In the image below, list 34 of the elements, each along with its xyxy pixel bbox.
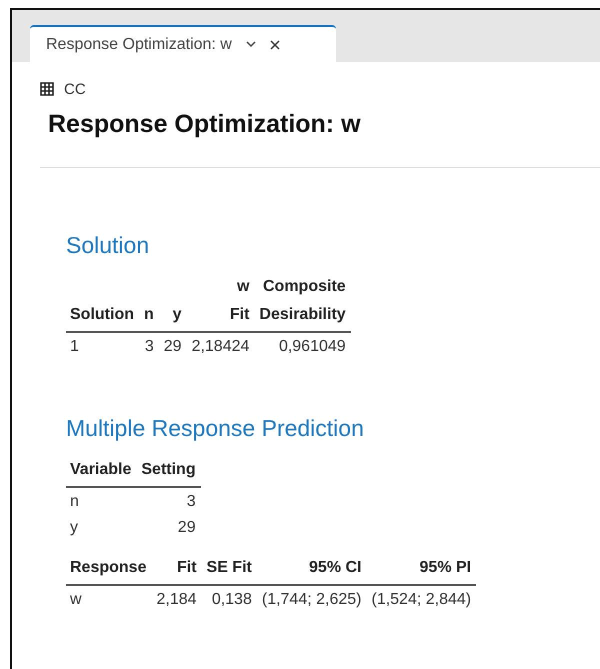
- table-cell: 29: [158, 332, 187, 359]
- table-cell: 1: [66, 332, 139, 359]
- table-cell: (1,524; 2,844): [366, 585, 476, 612]
- column-header: Setting: [136, 454, 201, 487]
- column-header: Solution: [66, 271, 139, 332]
- column-header: Fit: [151, 552, 202, 585]
- document-tab[interactable]: Response Optimization: w: [30, 25, 336, 62]
- column-header: SE Fit: [202, 552, 257, 585]
- table-cell-text: 29: [176, 518, 197, 538]
- column-header: y: [158, 271, 187, 332]
- table-cell: 0,138: [202, 585, 257, 612]
- worksheet-name: CC: [64, 80, 86, 98]
- table-cell: 2,184: [151, 585, 202, 612]
- column-header: w Fit: [186, 271, 254, 332]
- table-cell: 2,18424: [186, 332, 254, 359]
- close-icon[interactable]: [270, 40, 280, 50]
- table-cell: 3: [138, 332, 159, 359]
- column-header: Composite Desirability: [254, 271, 351, 332]
- table-cell: 3: [136, 487, 201, 514]
- chevron-down-icon[interactable]: [246, 41, 256, 48]
- table-cell: w: [66, 585, 152, 612]
- table-icon: [40, 82, 54, 96]
- column-header: n: [138, 271, 159, 332]
- column-header: 95% CI: [256, 552, 366, 585]
- section-heading: Multiple Response Prediction: [66, 415, 365, 442]
- table-cell: (1,744; 2,625): [256, 585, 366, 612]
- section-heading: Solution: [66, 232, 150, 259]
- column-header: 95% PI: [366, 552, 476, 585]
- table-cell: 0,961049: [254, 332, 351, 359]
- column-header: Response: [66, 552, 152, 585]
- table-cell: n: [66, 487, 136, 514]
- table-cell-text: y: [69, 518, 79, 538]
- page-title: Response Optimization: w: [48, 110, 362, 139]
- column-header: Variable: [66, 454, 136, 487]
